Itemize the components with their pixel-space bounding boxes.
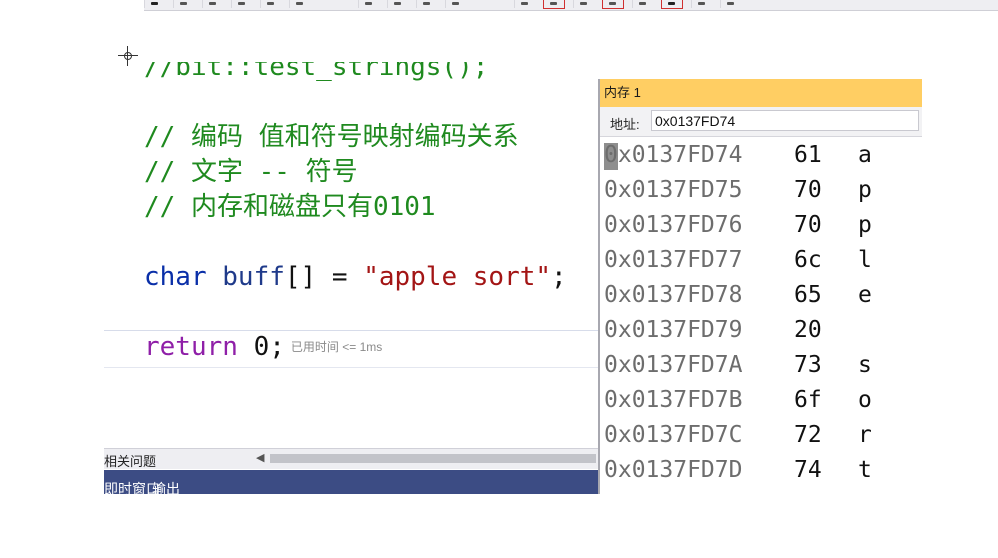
scroll-left-arrow-icon[interactable]: ◀	[256, 451, 264, 464]
memory-row[interactable]: 0x0137FD77 6c l	[604, 243, 888, 278]
memory-hex-value[interactable]: 72	[794, 418, 858, 453]
memory-address: 0x0137FD75	[604, 177, 743, 203]
toolbar-button-highlighted[interactable]	[661, 0, 683, 9]
code-line-partial: //bit::test_strings();	[144, 52, 489, 82]
bottom-panel-header: 相关问题 ◀	[104, 448, 598, 469]
memory-row[interactable]: 0x0137FD7D 74 t	[604, 453, 888, 488]
toolbar-button-highlighted[interactable]	[602, 0, 624, 9]
memory-address: 0x0137FD7B	[604, 387, 743, 413]
toolbar-button[interactable]	[202, 0, 223, 8]
code-line-comment-3: // 内存和磁盘只有0101	[144, 192, 436, 222]
toolbar	[144, 0, 998, 11]
address-label: 地址:	[610, 117, 640, 132]
current-line-border-bottom	[104, 367, 598, 368]
memory-ascii-char: o	[858, 387, 872, 413]
memory-ascii-char: p	[858, 177, 872, 203]
memory-row[interactable]: 0x0137FD7A 73 s	[604, 348, 888, 383]
memory-window: 内存 1 地址: 0x0137FD7461a0x0137FD7570p0x013…	[598, 79, 922, 494]
memory-row[interactable]: 0x0137FD7C 72 r	[604, 418, 888, 453]
memory-row[interactable]: 0x0137FD74 61 a	[604, 138, 888, 173]
memory-address: 0x0137FD77	[604, 247, 743, 273]
memory-ascii-char: l	[858, 247, 872, 273]
memory-address: 0x0137FD7A	[604, 352, 743, 378]
address-input[interactable]	[651, 110, 919, 131]
identifier-buff: buff	[222, 262, 285, 292]
memory-hex-value[interactable]: 6c	[794, 243, 858, 278]
code-line-declaration: char buff[] = "apple sort";	[144, 262, 567, 292]
memory-hex-value[interactable]: 6f	[794, 383, 858, 418]
memory-address: 0x0137FD78	[604, 282, 743, 308]
memory-ascii-char: s	[858, 352, 872, 378]
memory-hex-value[interactable]: 20	[794, 313, 858, 348]
memory-hex-value[interactable]: 70	[794, 173, 858, 208]
memory-row[interactable]: 0x0137FD76 70 p	[604, 208, 888, 243]
memory-hex-value[interactable]: 65	[794, 278, 858, 313]
memory-window-title: 内存 1	[600, 79, 922, 107]
memory-address: 0x0137FD7C	[604, 422, 743, 448]
toolbar-button[interactable]	[720, 0, 741, 8]
memory-ascii-char: a	[858, 142, 872, 168]
related-issues-label: 相关问题	[104, 454, 157, 469]
toolbar-button[interactable]	[387, 0, 408, 8]
keyword-return: return	[144, 332, 238, 362]
tab-output[interactable]: 输出	[152, 479, 180, 499]
memory-ascii-char: t	[858, 457, 872, 483]
memory-ascii-char: p	[858, 212, 872, 238]
toolbar-button[interactable]	[632, 0, 653, 8]
memory-row[interactable]: 0x0137FD79 20	[604, 313, 888, 348]
toolbar-button[interactable]	[231, 0, 252, 8]
horizontal-scrollbar-thumb[interactable]	[270, 454, 596, 463]
toolbar-button[interactable]	[514, 0, 535, 8]
memory-ascii-char: e	[858, 282, 872, 308]
toolbar-button[interactable]	[573, 0, 594, 8]
memory-ascii-char: r	[858, 422, 872, 448]
memory-row[interactable]: 0x0137FD75 70 p	[604, 173, 888, 208]
toolbar-button[interactable]	[416, 0, 437, 8]
crosshair-cursor-icon	[118, 46, 138, 66]
memory-hex-value[interactable]: 70	[794, 208, 858, 243]
toolbar-button[interactable]	[358, 0, 379, 8]
code-line-return: return 0; 已用时间 <= 1ms	[144, 332, 383, 362]
memory-hex-value[interactable]: 61	[794, 138, 858, 173]
bottom-tabbar: 即时窗口 输出	[104, 470, 598, 497]
toolbar-button-highlighted[interactable]	[543, 0, 565, 9]
memory-address: 0x0137FD76	[604, 212, 743, 238]
memory-rows: 0x0137FD74 61 a 0x0137FD75 70 p 0x0137FD76 70 p 0…	[604, 138, 888, 488]
code-line-comment-1: // 编码 值和符号映射编码关系	[144, 122, 519, 152]
memory-hex-value[interactable]: 73	[794, 348, 858, 383]
keyword-char: char	[144, 262, 207, 292]
toolbar-dropdown[interactable]	[445, 0, 506, 8]
toolbar-button[interactable]	[691, 0, 712, 8]
elapsed-time-hint: 已用时间 <= 1ms	[290, 340, 383, 354]
memory-address-bar: 地址:	[600, 107, 922, 137]
memory-address: 0x0137FD74	[604, 142, 743, 168]
toolbar-button[interactable]	[260, 0, 281, 8]
toolbar-button[interactable]	[173, 0, 194, 8]
toolbar-dropdown[interactable]	[289, 0, 350, 8]
memory-address: 0x0137FD79	[604, 317, 743, 343]
memory-hex-value[interactable]: 74	[794, 453, 858, 488]
code-line-comment-2: // 文字 -- 符号	[144, 157, 358, 187]
toolbar-button[interactable]	[144, 0, 165, 8]
memory-address: 0x0137FD7D	[604, 457, 743, 483]
string-literal: "apple sort"	[363, 262, 552, 292]
memory-row[interactable]: 0x0137FD7B 6f o	[604, 383, 888, 418]
memory-row[interactable]: 0x0137FD78 65 e	[604, 278, 888, 313]
